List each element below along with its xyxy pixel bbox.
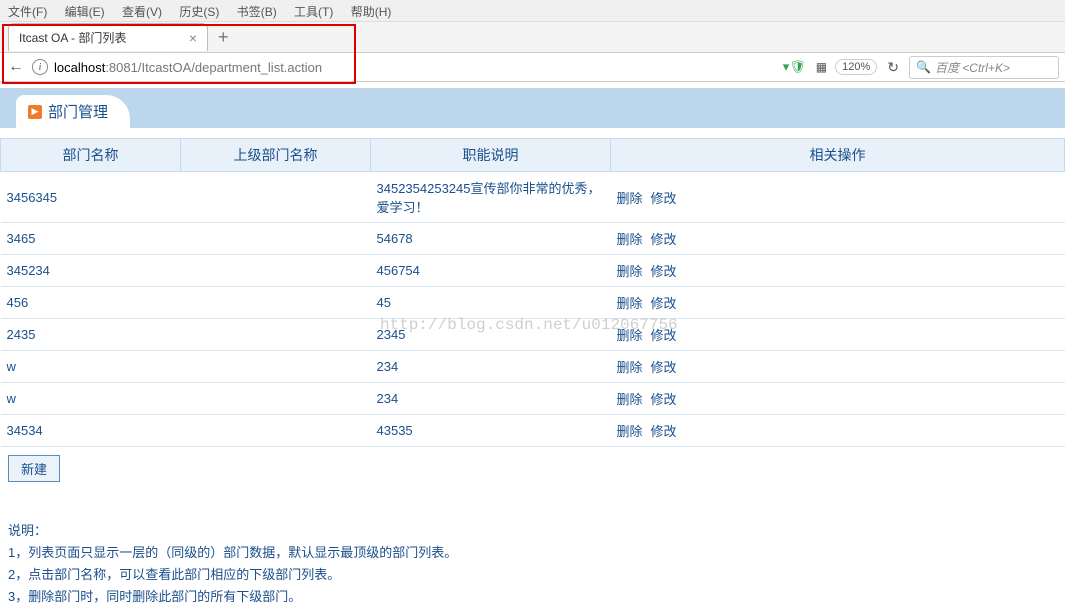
menu-tools[interactable]: 工具(T) — [294, 5, 333, 19]
search-icon: 🔍 — [916, 60, 931, 74]
cell-parent — [181, 351, 371, 383]
cell-parent — [181, 223, 371, 255]
edit-link[interactable]: 修改 — [651, 232, 677, 247]
search-placeholder: 百度 <Ctrl+K> — [935, 59, 1010, 76]
col-desc: 职能说明 — [371, 139, 611, 172]
cell-parent — [181, 172, 371, 223]
menu-bookmarks[interactable]: 书签(B) — [237, 5, 277, 19]
edit-link[interactable]: 修改 — [651, 264, 677, 279]
cell-parent — [181, 319, 371, 351]
menu-edit[interactable]: 编辑(E) — [65, 5, 105, 19]
qr-icon[interactable]: ▦ — [816, 60, 825, 74]
cell-desc: 43535 — [371, 415, 611, 447]
delete-link[interactable]: 删除 — [617, 360, 643, 375]
cell-name[interactable]: 2435 — [1, 319, 181, 351]
cell-ops: 删除修改 — [611, 319, 1065, 351]
menu-history[interactable]: 历史(S) — [179, 5, 219, 19]
table-row: 45645删除修改 — [1, 287, 1065, 319]
cell-name[interactable]: 34534 — [1, 415, 181, 447]
edit-link[interactable]: 修改 — [651, 191, 677, 206]
delete-link[interactable]: 删除 — [617, 191, 643, 206]
delete-link[interactable]: 删除 — [617, 392, 643, 407]
notes-title: 说明： — [8, 520, 1057, 542]
shield-icon[interactable]: ▾🛡 — [783, 59, 806, 75]
cell-desc: 3452354253245宣传部你非常的优秀，爱学习！ — [371, 172, 611, 223]
url-path: /ItcastOA/department_list.action — [138, 60, 322, 75]
cell-name[interactable]: w — [1, 351, 181, 383]
url-host: localhost — [54, 60, 105, 75]
url-bar[interactable]: localhost:8081/ItcastOA/department_list.… — [54, 60, 783, 75]
table-row: w234删除修改 — [1, 383, 1065, 415]
menu-file[interactable]: 文件(F) — [8, 5, 47, 19]
cell-desc: 54678 — [371, 223, 611, 255]
cell-parent — [181, 383, 371, 415]
edit-link[interactable]: 修改 — [651, 392, 677, 407]
cell-parent — [181, 415, 371, 447]
notes-line-1: 1，列表页面只显示一层的（同级的）部门数据，默认显示最顶级的部门列表。 — [8, 542, 1057, 564]
cell-name[interactable]: 345234 — [1, 255, 181, 287]
search-box[interactable]: 🔍 百度 <Ctrl+K> — [909, 56, 1059, 79]
table-row: 345234456754删除修改 — [1, 255, 1065, 287]
cell-desc: 2345 — [371, 319, 611, 351]
new-button[interactable]: 新建 — [8, 455, 60, 482]
delete-link[interactable]: 删除 — [617, 232, 643, 247]
notes-line-2: 2，点击部门名称，可以查看此部门相应的下级部门列表。 — [8, 564, 1057, 586]
cell-ops: 删除修改 — [611, 383, 1065, 415]
department-table: 部门名称 上级部门名称 职能说明 相关操作 3456345 34523542532… — [0, 138, 1065, 447]
cell-name[interactable]: w — [1, 383, 181, 415]
delete-link[interactable]: 删除 — [617, 296, 643, 311]
reload-button[interactable]: ↻ — [887, 59, 899, 76]
close-tab-icon[interactable]: × — [189, 30, 197, 46]
table-row: 346554678删除修改 — [1, 223, 1065, 255]
notes-line-3: 3，删除部门时，同时删除此部门的所有下级部门。 — [8, 586, 1057, 608]
back-button[interactable]: ← — [6, 58, 26, 76]
cell-name[interactable]: 3465 — [1, 223, 181, 255]
cell-desc: 234 — [371, 351, 611, 383]
cell-ops: 删除修改 — [611, 351, 1065, 383]
table-row: w234删除修改 — [1, 351, 1065, 383]
edit-link[interactable]: 修改 — [651, 328, 677, 343]
cell-desc: 456754 — [371, 255, 611, 287]
tab-strip: Itcast OA - 部门列表 × + — [0, 22, 1065, 52]
edit-link[interactable]: 修改 — [651, 360, 677, 375]
cell-ops: 删除修改 — [611, 415, 1065, 447]
delete-link[interactable]: 删除 — [617, 328, 643, 343]
notes-block: 说明： 1，列表页面只显示一层的（同级的）部门数据，默认显示最顶级的部门列表。 … — [8, 520, 1057, 608]
play-icon: ▶ — [28, 105, 42, 119]
cell-ops: 删除修改 — [611, 287, 1065, 319]
page-title: 部门管理 — [48, 101, 108, 122]
menu-help[interactable]: 帮助(H) — [351, 5, 392, 19]
col-name: 部门名称 — [1, 139, 181, 172]
delete-link[interactable]: 删除 — [617, 424, 643, 439]
table-row: 3453443535删除修改 — [1, 415, 1065, 447]
cell-name[interactable]: 3456345 — [1, 172, 181, 223]
browser-tab[interactable]: Itcast OA - 部门列表 × — [8, 23, 208, 51]
cell-name[interactable]: 456 — [1, 287, 181, 319]
edit-link[interactable]: 修改 — [651, 424, 677, 439]
col-parent: 上级部门名称 — [181, 139, 371, 172]
cell-desc: 234 — [371, 383, 611, 415]
url-bar-row: ← i localhost:8081/ItcastOA/department_l… — [0, 52, 1065, 82]
toolbar-right: ▾🛡 ▦ 120% ↻ 🔍 百度 <Ctrl+K> — [783, 56, 1059, 79]
table-row: 24352345删除修改 — [1, 319, 1065, 351]
edit-link[interactable]: 修改 — [651, 296, 677, 311]
cell-parent — [181, 255, 371, 287]
page-title-tab: ▶ 部门管理 — [16, 95, 130, 128]
col-ops: 相关操作 — [611, 139, 1065, 172]
cell-parent — [181, 287, 371, 319]
page-header-bar: ▶ 部门管理 — [0, 88, 1065, 128]
new-tab-button[interactable]: + — [218, 28, 229, 46]
tab-title: Itcast OA - 部门列表 — [19, 29, 126, 46]
menu-view[interactable]: 查看(V) — [122, 5, 162, 19]
cell-ops: 删除修改 — [611, 223, 1065, 255]
zoom-level[interactable]: 120% — [835, 59, 877, 75]
cell-desc: 45 — [371, 287, 611, 319]
cell-ops: 删除修改 — [611, 172, 1065, 223]
browser-menubar: 文件(F) 编辑(E) 查看(V) 历史(S) 书签(B) 工具(T) 帮助(H… — [0, 0, 1065, 22]
cell-ops: 删除修改 — [611, 255, 1065, 287]
delete-link[interactable]: 删除 — [617, 264, 643, 279]
site-info-icon[interactable]: i — [32, 59, 48, 75]
url-port: :8081 — [105, 60, 138, 75]
table-row: 34563453452354253245宣传部你非常的优秀，爱学习！删除修改 — [1, 172, 1065, 223]
